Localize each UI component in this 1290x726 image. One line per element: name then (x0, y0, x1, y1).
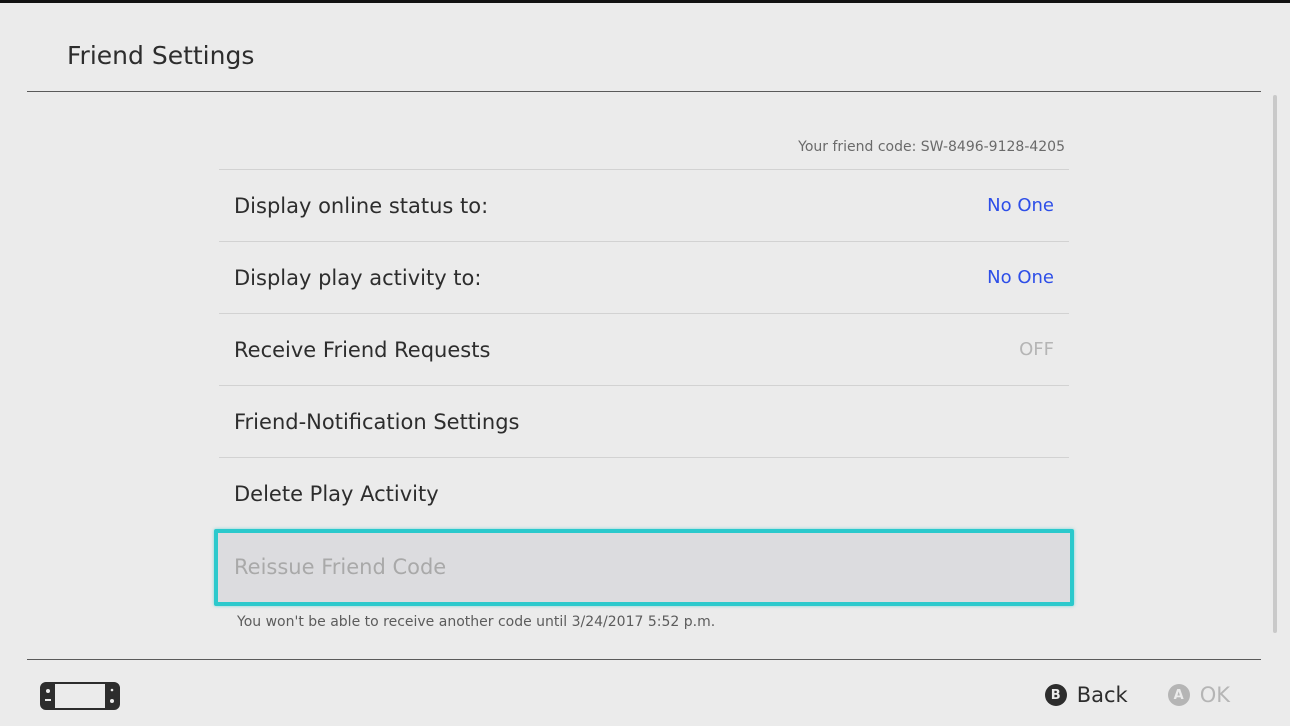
setting-label: Receive Friend Requests (234, 338, 491, 362)
setting-reissue-friend-code[interactable]: Reissue Friend Code (214, 529, 1074, 606)
setting-receive-friend-requests[interactable]: Receive Friend Requests OFF (219, 314, 1069, 386)
footer-actions: B Back A OK (1005, 680, 1230, 710)
ok-label: OK (1199, 683, 1230, 707)
setting-label: Friend-Notification Settings (234, 410, 520, 434)
ok-button[interactable]: A OK (1167, 683, 1230, 707)
header-divider (27, 91, 1261, 92)
setting-value: OFF (1019, 339, 1054, 360)
handheld-console-icon (40, 682, 120, 710)
setting-value: No One (987, 267, 1054, 288)
footer-divider (27, 659, 1261, 660)
setting-label: Display online status to: (234, 194, 489, 218)
page-title: Friend Settings (67, 41, 255, 70)
scrollbar[interactable] (1273, 95, 1277, 633)
a-button-icon: A (1167, 684, 1190, 706)
b-button-icon: B (1044, 684, 1067, 706)
setting-label: Reissue Friend Code (234, 555, 447, 579)
reissue-note: You won't be able to receive another cod… (237, 614, 716, 630)
back-button[interactable]: B Back (1044, 683, 1128, 707)
back-label: Back (1076, 683, 1128, 707)
setting-label: Display play activity to: (234, 266, 482, 290)
settings-list: Your friend code: SW-8496-9128-4205 Disp… (214, 125, 1074, 630)
setting-online-status[interactable]: Display online status to: No One (219, 170, 1069, 242)
top-rule (0, 0, 1290, 3)
setting-friend-notification[interactable]: Friend-Notification Settings (219, 386, 1069, 458)
setting-label: Delete Play Activity (234, 482, 439, 506)
friend-code-text: Your friend code: SW-8496-9128-4205 (219, 125, 1069, 170)
setting-delete-play-activity[interactable]: Delete Play Activity (219, 458, 1069, 530)
setting-value: No One (987, 195, 1054, 216)
setting-play-activity[interactable]: Display play activity to: No One (219, 242, 1069, 314)
